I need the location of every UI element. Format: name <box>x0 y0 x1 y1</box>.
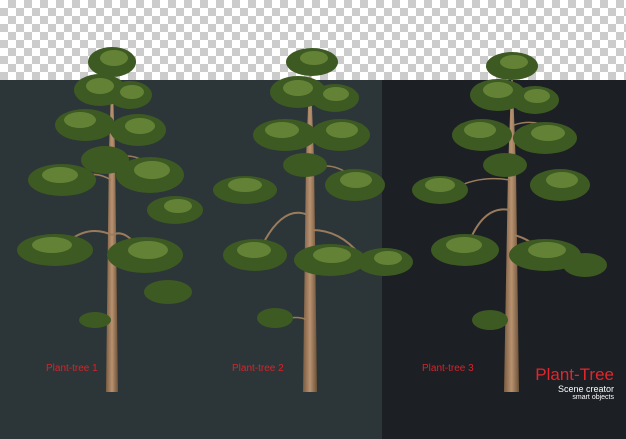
brand-block: Plant-Tree Scene creator smart objects <box>535 366 614 402</box>
tree-label-1: Plant-tree 1 <box>46 363 98 374</box>
brand-tagline: smart objects <box>572 394 614 401</box>
tree-label-3: Plant-tree 3 <box>422 363 474 374</box>
tree-label-2: Plant-tree 2 <box>232 363 284 374</box>
pine-tree-1 <box>17 47 203 392</box>
pine-tree-2 <box>213 48 413 392</box>
brand-subtitle: Scene creator <box>557 384 614 394</box>
brand-title: Plant-Tree <box>535 365 614 384</box>
pine-tree-3 <box>412 52 607 392</box>
